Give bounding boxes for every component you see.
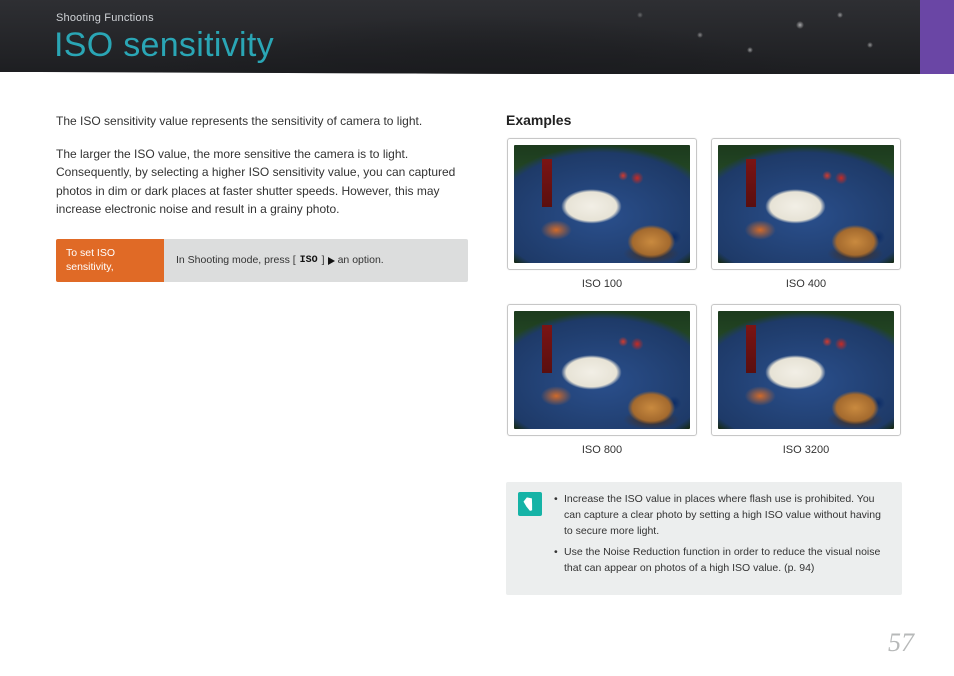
examples-column: Examples ISO 100 ISO 400 ISO 800 ISO 320… — [506, 112, 902, 595]
set-iso-instruction: In Shooting mode, press [ISO] an option. — [164, 239, 468, 282]
page-number: 57 — [888, 628, 914, 658]
photo-frame — [507, 138, 697, 270]
example-thumb: ISO 800 — [506, 304, 698, 456]
example-caption: ISO 800 — [582, 444, 622, 456]
intro-column: The ISO sensitivity value represents the… — [56, 112, 468, 282]
intro-paragraph-1: The ISO sensitivity value represents the… — [56, 112, 468, 131]
intro-paragraph-2: The larger the ISO value, the more sensi… — [56, 145, 468, 219]
tip-list: Increase the ISO value in places where f… — [554, 492, 890, 583]
set-iso-label: To set ISO sensitivity, — [56, 239, 164, 282]
tip-box: Increase the ISO value in places where f… — [506, 482, 902, 595]
instr-post: an option. — [338, 252, 384, 268]
example-thumb: ISO 400 — [710, 138, 902, 290]
section-tab — [920, 0, 954, 74]
play-right-icon — [328, 257, 335, 265]
examples-heading: Examples — [506, 112, 902, 128]
examples-grid: ISO 100 ISO 400 ISO 800 ISO 3200 — [506, 138, 902, 456]
example-photo — [718, 311, 894, 429]
example-thumb: ISO 3200 — [710, 304, 902, 456]
iso-button-icon: ISO — [299, 253, 319, 269]
example-caption: ISO 400 — [786, 278, 826, 290]
example-caption: ISO 100 — [582, 278, 622, 290]
example-photo — [514, 145, 690, 263]
instr-mid: ] — [322, 252, 325, 268]
example-thumb: ISO 100 — [506, 138, 698, 290]
instr-pre: In Shooting mode, press [ — [176, 252, 296, 268]
photo-frame — [507, 304, 697, 436]
tip-item: Increase the ISO value in places where f… — [554, 492, 890, 539]
breadcrumb: Shooting Functions — [56, 12, 154, 24]
photo-frame — [711, 304, 901, 436]
example-photo — [718, 145, 894, 263]
tip-item: Use the Noise Reduction function in orde… — [554, 545, 890, 577]
example-caption: ISO 3200 — [783, 444, 829, 456]
example-photo — [514, 311, 690, 429]
set-iso-box: To set ISO sensitivity, In Shooting mode… — [56, 239, 468, 282]
photo-frame — [711, 138, 901, 270]
note-pen-icon — [518, 492, 542, 516]
page-title: ISO sensitivity — [54, 26, 274, 65]
